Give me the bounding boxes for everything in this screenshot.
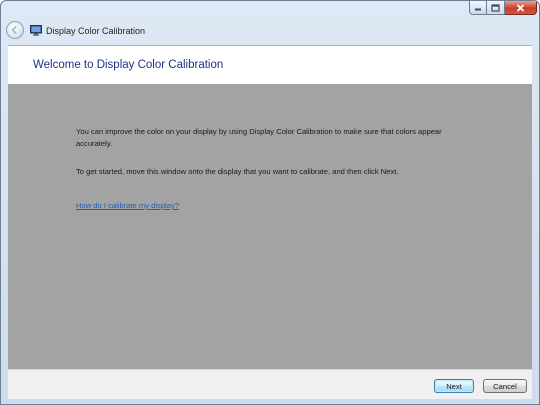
calibration-window: Display Color Calibration Welcome to Dis… — [0, 0, 540, 405]
help-link[interactable]: How do I calibrate my display? — [76, 200, 179, 212]
page-title: Welcome to Display Color Calibration — [33, 59, 224, 71]
cancel-button[interactable]: Cancel — [483, 379, 527, 393]
window-title: Display Color Calibration — [46, 26, 146, 36]
instruction-paragraph: To get started, move this window onto th… — [76, 167, 399, 176]
minimize-icon — [475, 8, 481, 10]
back-button[interactable] — [6, 21, 24, 39]
back-arrow-icon — [11, 25, 17, 35]
close-icon — [516, 3, 525, 12]
intro-paragraph: You can improve the color on your displa… — [76, 127, 442, 148]
title-bar[interactable]: Display Color Calibration — [1, 1, 539, 45]
close-button[interactable] — [505, 1, 537, 15]
content-panel: You can improve the color on your displa… — [8, 84, 532, 369]
display-icon — [30, 25, 42, 36]
maximize-icon — [491, 3, 500, 12]
caption-buttons — [469, 1, 537, 15]
maximize-button[interactable] — [487, 1, 505, 15]
footer-bar: Next Cancel — [8, 369, 532, 399]
header-band: Welcome to Display Color Calibration — [8, 45, 532, 84]
minimize-button[interactable] — [469, 1, 487, 15]
next-button[interactable]: Next — [434, 379, 474, 393]
